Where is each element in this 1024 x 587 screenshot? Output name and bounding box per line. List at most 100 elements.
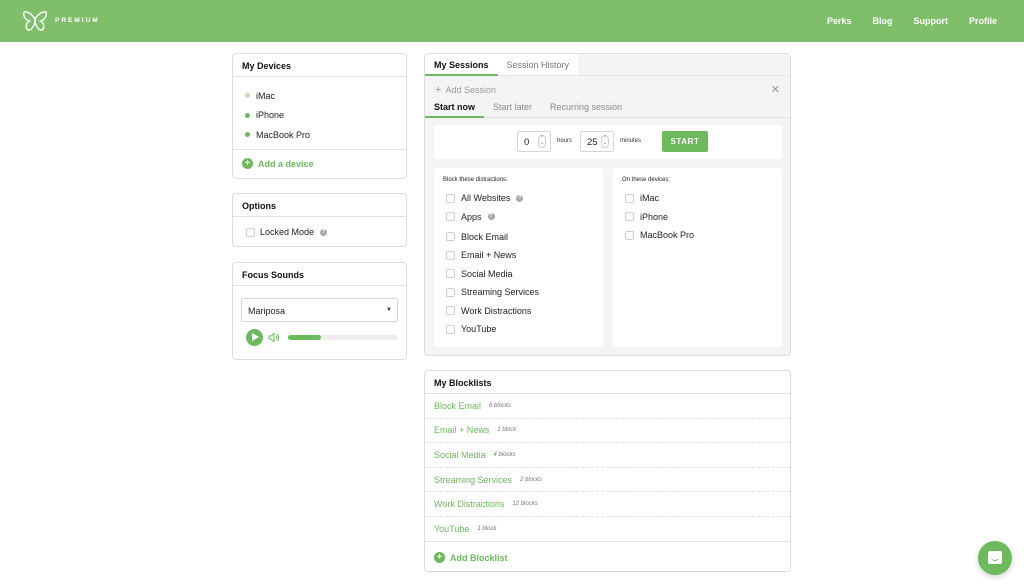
locked-mode-option: Locked Mode ? — [246, 227, 328, 237]
subtab-start-now[interactable]: Start now — [425, 98, 485, 118]
add-session-button[interactable]: + Add Session — [435, 84, 496, 96]
nav-blog[interactable]: Blog — [872, 16, 892, 26]
distraction-option[interactable]: YouTube — [446, 324, 496, 334]
nav-profile[interactable]: Profile — [969, 16, 997, 26]
session-device-iphone[interactable]: iPhone — [625, 212, 668, 222]
sound-select-value: Mariposa — [248, 306, 286, 316]
nav-support[interactable]: Support — [913, 16, 948, 26]
session-tabs: My Sessions Session History — [425, 54, 790, 76]
caret-down-icon: ▼ — [386, 307, 392, 313]
distractions-title: Block these distractions: — [443, 177, 508, 183]
blocklist-item[interactable]: YouTube 1 block — [425, 517, 790, 542]
distraction-option[interactable]: Email + News — [446, 250, 516, 260]
butterfly-logo-icon[interactable] — [22, 10, 48, 32]
volume-icon[interactable] — [268, 332, 280, 343]
add-device-button[interactable]: + Add a device — [242, 158, 314, 169]
device-checkbox[interactable] — [625, 212, 634, 221]
close-icon[interactable]: ✕ — [771, 83, 780, 96]
minutes-input[interactable]: 25 ⌃ ⌄ — [580, 131, 614, 152]
distraction-label: Work Distractions — [461, 305, 532, 316]
devices-panel: On these devices: iMac iPhone MacBook Pr… — [613, 168, 782, 347]
volume-slider[interactable] — [288, 335, 398, 340]
locked-mode-checkbox[interactable] — [246, 227, 255, 237]
device-label: iMac — [640, 193, 660, 203]
device-checkbox[interactable] — [625, 230, 634, 240]
blocklist-item[interactable]: Work Distractions 12 blocks — [425, 492, 790, 517]
distraction-option[interactable]: All Websites? — [446, 193, 524, 203]
blocklist-count: 6 blocks — [489, 402, 512, 409]
device-list: iMac iPhone MacBook Pro — [233, 77, 406, 145]
distraction-option[interactable]: Social Media — [446, 269, 513, 279]
sound-select[interactable]: Mariposa ▼ — [241, 298, 398, 322]
blocklist-name[interactable]: Work Distractions — [434, 499, 504, 509]
blocklist-item[interactable]: Streaming Services 2 blocks — [425, 468, 790, 493]
blocklist-item[interactable]: Block Email 6 blocks — [425, 394, 790, 419]
subtab-recurring-session[interactable]: Recurring session — [541, 98, 631, 118]
distraction-checkbox[interactable] — [446, 269, 455, 278]
blocklist-name[interactable]: YouTube — [434, 524, 469, 534]
focus-sounds-card: Focus Sounds Mariposa ▼ — [232, 262, 407, 360]
device-checkbox[interactable] — [625, 193, 634, 203]
tab-session-history[interactable]: Session History — [498, 54, 579, 76]
blocklist-name[interactable]: Streaming Services — [434, 475, 512, 485]
divider — [233, 149, 406, 150]
stepper-icon[interactable]: ⌃ ⌄ — [538, 135, 546, 148]
question-icon[interactable]: ? — [487, 213, 495, 220]
question-icon[interactable]: ? — [516, 194, 524, 202]
chat-button[interactable] — [978, 541, 1012, 575]
sessions-card: My Sessions Session History + Add Session… — [424, 53, 791, 356]
status-dot-icon — [245, 93, 250, 99]
add-blocklist-button[interactable]: + Add Blocklist — [434, 552, 508, 563]
blocklist-item[interactable]: Social Media 4 blocks — [425, 443, 790, 468]
nav-perks[interactable]: Perks — [827, 16, 852, 26]
my-devices-title: My Devices — [233, 54, 406, 77]
distraction-checkbox[interactable] — [446, 324, 455, 334]
blocklist-item[interactable]: Email + News 1 block — [425, 419, 790, 444]
device-item-iphone[interactable]: iPhone — [245, 106, 406, 126]
device-item-imac[interactable]: iMac — [245, 86, 406, 106]
options-title: Options — [233, 194, 406, 217]
session-device-macbook-pro[interactable]: MacBook Pro — [625, 230, 694, 240]
blocklist-name[interactable]: Social Media — [434, 450, 486, 460]
stepper-icon[interactable]: ⌃ ⌄ — [601, 135, 609, 148]
distraction-checkbox[interactable] — [446, 232, 455, 241]
subtab-start-later[interactable]: Start later — [484, 98, 541, 118]
distraction-checkbox[interactable] — [446, 212, 455, 221]
hours-input[interactable]: 0 ⌃ ⌄ — [517, 131, 551, 152]
distraction-label: Apps — [461, 211, 482, 222]
distraction-label: Email + News — [461, 250, 517, 260]
start-button[interactable]: START — [662, 131, 708, 152]
volume-slider-fill — [288, 335, 321, 340]
plus-icon: + — [435, 84, 442, 96]
play-button[interactable] — [246, 329, 263, 346]
session-device-imac[interactable]: iMac — [625, 193, 659, 203]
device-label: MacBook Pro — [640, 230, 695, 240]
blocklist-name[interactable]: Email + News — [434, 425, 489, 435]
blocklist-name[interactable]: Block Email — [434, 401, 481, 411]
plus-circle-icon: + — [242, 158, 253, 169]
blocklist-count: 1 block — [497, 427, 517, 434]
distraction-checkbox[interactable] — [446, 250, 455, 260]
focus-sounds-title: Focus Sounds — [233, 263, 406, 286]
distraction-checkbox[interactable] — [446, 306, 455, 315]
device-name: iMac — [256, 90, 276, 101]
session-subtabs: Start now Start later Recurring session — [425, 98, 790, 118]
distraction-checkbox[interactable] — [446, 193, 455, 203]
blocklist-count: 4 blocks — [493, 451, 516, 458]
distraction-label: Streaming Services — [461, 287, 540, 297]
question-icon[interactable]: ? — [320, 228, 328, 236]
tab-my-sessions[interactable]: My Sessions — [425, 54, 498, 76]
distraction-option[interactable]: Apps? — [446, 212, 495, 222]
distraction-checkbox[interactable] — [446, 287, 455, 297]
device-item-macbook-pro[interactable]: MacBook Pro — [245, 125, 406, 145]
main-nav: Perks Blog Support Profile — [827, 0, 1024, 42]
locked-mode-label: Locked Mode — [260, 227, 315, 237]
distraction-label: YouTube — [461, 324, 497, 334]
distraction-option[interactable]: Block Email — [446, 232, 508, 242]
blocklist-list: Block Email 6 blocks Email + News 1 block So… — [425, 394, 790, 542]
timer-box: 0 ⌃ ⌄ hours 25 ⌃ ⌄ minutes START — [434, 125, 782, 159]
add-blocklist-label: Add Blocklist — [450, 552, 508, 563]
distractions-panel: Block these distractions: All Websites? A… — [434, 168, 603, 347]
distraction-option[interactable]: Streaming Services — [446, 287, 539, 297]
distraction-option[interactable]: Work Distractions — [446, 306, 531, 316]
